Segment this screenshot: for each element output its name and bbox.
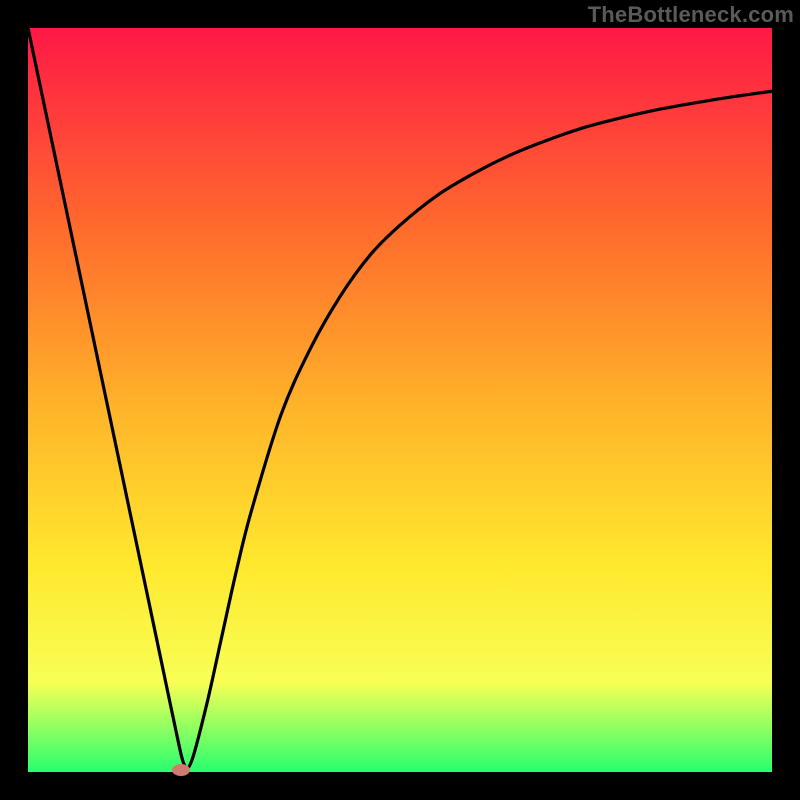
curve-layer	[28, 28, 772, 772]
plot-area	[28, 28, 772, 772]
bottleneck-curve	[28, 28, 772, 768]
watermark-text: TheBottleneck.com	[588, 2, 794, 28]
optimal-point-marker	[172, 764, 190, 776]
chart-frame: TheBottleneck.com	[0, 0, 800, 800]
